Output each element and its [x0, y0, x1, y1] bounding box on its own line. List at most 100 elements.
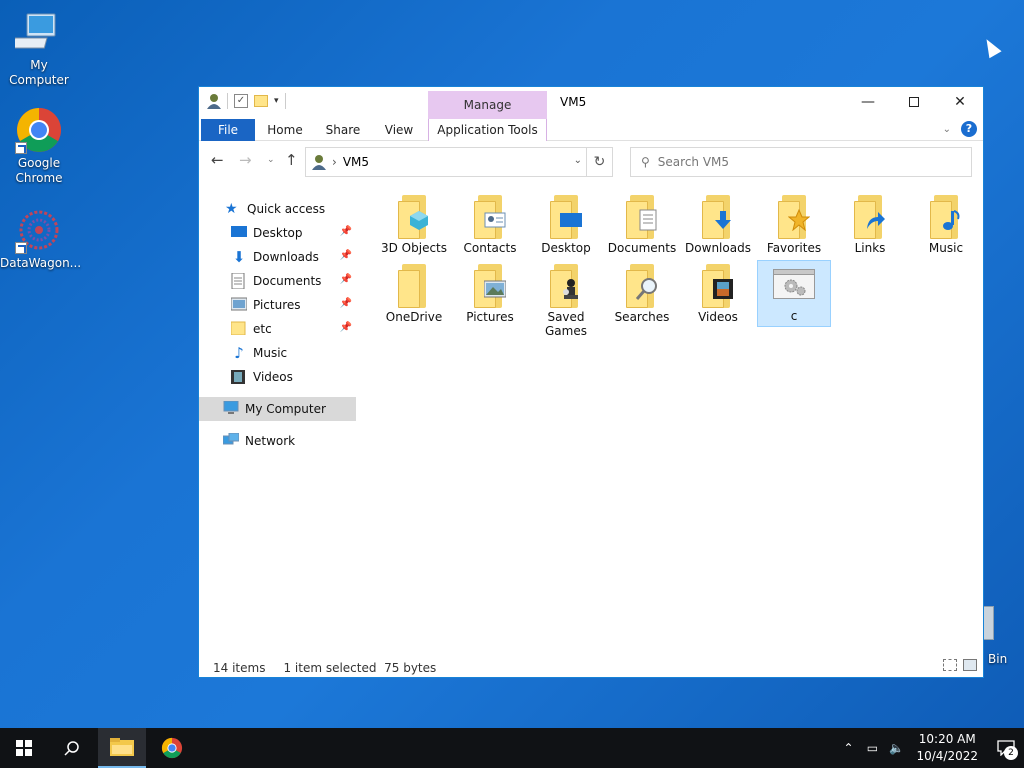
nav-item-desktop[interactable]: Desktop 📌 — [199, 221, 356, 245]
item-documents[interactable]: Documents — [605, 191, 679, 258]
desktop-icon-label: Bin — [988, 652, 1008, 666]
item-label: c — [790, 309, 798, 323]
videos-icon — [231, 369, 247, 385]
desktop-icon-label: DataWagon... — [0, 256, 82, 270]
details-view-icon[interactable] — [943, 659, 957, 671]
nav-label: My Computer — [245, 402, 326, 416]
tab-application-tools[interactable]: Application Tools — [428, 119, 547, 141]
close-button[interactable]: ✕ — [937, 87, 983, 117]
item-links[interactable]: Links — [833, 191, 907, 258]
close-icon: ✕ — [954, 94, 966, 110]
large-icons-view-icon[interactable] — [963, 659, 977, 671]
item-music[interactable]: Music — [909, 191, 983, 258]
favorites-icon — [778, 195, 810, 239]
item-label: Searches — [614, 310, 670, 324]
3d-objects-icon — [398, 195, 430, 239]
item-c-selected[interactable]: c — [757, 260, 831, 327]
action-center-button[interactable]: 2 — [988, 728, 1024, 768]
item-desktop[interactable]: Desktop — [529, 191, 603, 258]
show-hidden-icons-icon[interactable]: ⌃ — [836, 741, 860, 755]
nav-label: Documents — [253, 274, 322, 288]
forward-icon[interactable]: → — [239, 151, 252, 169]
item-grid: 3D Objects Contacts Desktop Documents Do… — [377, 191, 983, 338]
nav-item-etc[interactable]: etc 📌 — [199, 317, 356, 341]
volume-icon[interactable]: 🔈 — [884, 741, 908, 755]
nav-item-downloads[interactable]: ⬇ Downloads 📌 — [199, 245, 356, 269]
desktop-icon-datawagon[interactable]: DataWagon... — [0, 206, 82, 271]
tab-file[interactable]: File — [201, 119, 255, 141]
pin-icon[interactable]: 📌 — [340, 298, 352, 309]
pin-icon[interactable]: 📌 — [340, 226, 352, 237]
title-bar[interactable]: ✓ ▾ Manage VM5 — ✕ — [199, 87, 983, 121]
computer-icon — [11, 8, 63, 56]
clock[interactable]: 10:20 AM 10/4/2022 — [916, 731, 978, 765]
tab-home[interactable]: Home — [263, 119, 307, 141]
nav-my-computer[interactable]: My Computer — [199, 397, 356, 421]
desktop-icon-label: My Computer — [9, 58, 69, 87]
maximize-button[interactable] — [891, 87, 937, 117]
nav-label: Music — [253, 346, 288, 360]
item-label: Contacts — [463, 241, 517, 255]
desktop-icon-my-computer[interactable]: My Computer — [0, 8, 78, 88]
pin-icon[interactable]: 📌 — [340, 274, 352, 285]
tab-share[interactable]: Share — [321, 119, 365, 141]
properties-icon[interactable]: ✓ — [234, 94, 248, 108]
network-icon — [222, 432, 240, 449]
customize-toolbar-icon[interactable]: ▾ — [274, 96, 279, 106]
item-label: Downloads — [685, 241, 751, 255]
user-icon[interactable] — [207, 93, 221, 109]
item-videos[interactable]: Videos — [681, 260, 755, 327]
maximize-icon — [909, 97, 919, 107]
nav-network[interactable]: Network — [199, 429, 356, 453]
search-icon — [64, 741, 79, 756]
selection-size: 75 bytes — [384, 661, 437, 675]
desktop-icon-recycle-bin[interactable]: Bin — [984, 606, 1024, 666]
recent-locations-icon[interactable]: ⌄ — [267, 155, 275, 165]
desktop-icon-google-chrome[interactable]: Google Chrome — [0, 106, 78, 186]
nav-item-pictures[interactable]: Pictures 📌 — [199, 293, 356, 317]
network-status-icon[interactable]: ▭ — [860, 741, 884, 755]
nav-item-music[interactable]: ♪ Music — [199, 341, 356, 365]
settings-file-icon — [773, 269, 815, 299]
minimize-button[interactable]: — — [845, 87, 891, 117]
search-button[interactable] — [48, 728, 96, 768]
windows-logo-icon — [16, 740, 32, 756]
window-title: VM5 — [560, 95, 587, 109]
taskbar-file-explorer[interactable] — [98, 728, 146, 768]
refresh-icon[interactable]: ↻ — [586, 148, 612, 176]
item-saved-games[interactable]: Saved Games — [529, 260, 603, 338]
expand-ribbon-icon[interactable]: ⌄ — [943, 124, 951, 135]
help-icon[interactable]: ? — [961, 121, 977, 137]
item-label: Documents — [607, 241, 677, 255]
videos-icon — [702, 264, 734, 308]
clock-time: 10:20 AM — [918, 732, 976, 746]
search-box[interactable]: ⚲ Search VM5 — [630, 147, 972, 177]
item-contacts[interactable]: Contacts — [453, 191, 527, 258]
nav-quick-access[interactable]: ★ Quick access — [199, 197, 356, 221]
file-explorer-icon — [110, 738, 134, 756]
address-history-icon[interactable]: ⌄ — [574, 155, 582, 166]
item-label: Desktop — [541, 241, 591, 255]
address-bar[interactable]: › VM5 ⌄ ↻ — [305, 147, 613, 177]
taskbar-chrome[interactable] — [148, 728, 196, 768]
item-downloads[interactable]: Downloads — [681, 191, 755, 258]
item-onedrive[interactable]: OneDrive — [377, 260, 451, 327]
item-3d-objects[interactable]: 3D Objects — [377, 191, 451, 258]
item-favorites[interactable]: Favorites — [757, 191, 831, 258]
up-icon[interactable]: ↑ — [285, 151, 298, 169]
tab-view[interactable]: View — [379, 119, 419, 141]
back-icon[interactable]: ← — [211, 151, 224, 169]
mouse-cursor-icon — [980, 35, 1002, 59]
nav-label: Videos — [253, 370, 293, 384]
pin-icon[interactable]: 📌 — [340, 250, 352, 261]
nav-item-documents[interactable]: Documents 📌 — [199, 269, 356, 293]
item-searches[interactable]: Searches — [605, 260, 679, 327]
nav-label: Desktop — [253, 226, 303, 240]
pin-icon[interactable]: 📌 — [340, 322, 352, 333]
nav-item-videos[interactable]: Videos — [199, 365, 356, 389]
item-pictures[interactable]: Pictures — [453, 260, 527, 327]
new-folder-icon[interactable] — [254, 95, 268, 107]
breadcrumb-separator[interactable]: › — [332, 155, 337, 169]
breadcrumb-vm5[interactable]: VM5 — [343, 155, 369, 169]
start-button[interactable] — [0, 728, 48, 768]
